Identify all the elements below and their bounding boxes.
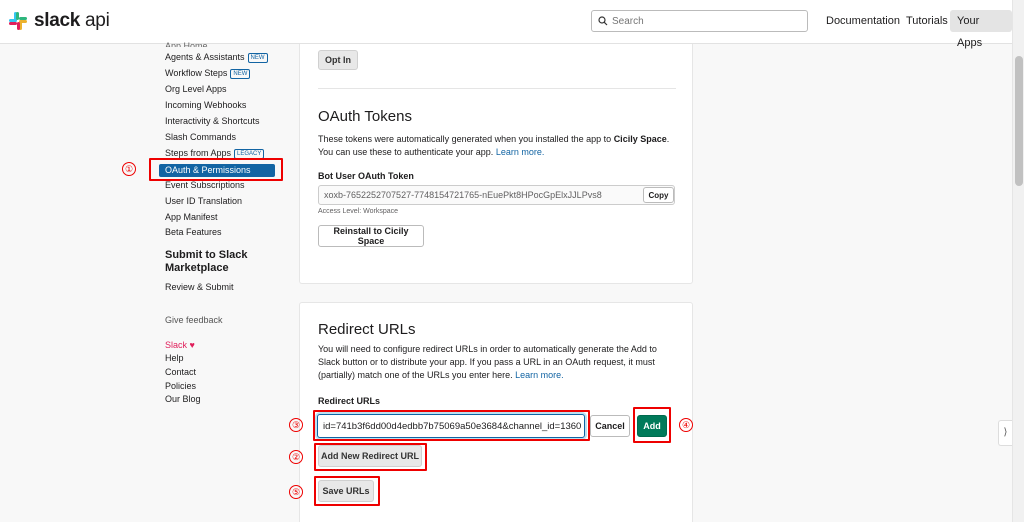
new-badge: NEW (247, 53, 268, 63)
sidebar-item-beta-features[interactable]: Beta Features (165, 227, 222, 237)
access-level-text: Access Level: Workspace (318, 208, 399, 215)
sidebar-item-review-submit[interactable]: Review & Submit (165, 282, 234, 292)
sidebar-item-org-level-apps[interactable]: Org Level Apps (165, 84, 227, 94)
annotation-number-4: ④ (679, 418, 693, 432)
redirect-urls-description: You will need to configure redirect URLs… (318, 344, 657, 380)
new-badge: NEW (230, 69, 251, 79)
footer-help-link[interactable]: Help (165, 353, 184, 363)
reinstall-button[interactable]: Reinstall to Cicily Space (318, 225, 424, 247)
redirect-url-input[interactable] (317, 414, 585, 438)
search-input[interactable] (612, 15, 792, 27)
opt-in-button[interactable]: Opt In (318, 50, 358, 70)
top-bar: slack api Documentation Tutorials Your A… (0, 0, 1012, 49)
side-panel-toggle-icon[interactable]: ⟩ (998, 420, 1012, 446)
search-box[interactable] (591, 10, 808, 32)
bot-token-field[interactable]: xoxb-7652252707527-7748154721765-nEuePkt… (318, 185, 675, 205)
card-divider (318, 88, 676, 89)
nav-tutorials[interactable]: Tutorials (899, 10, 955, 32)
slack-api-logo[interactable]: slack api (8, 10, 110, 32)
sidebar-section-heading: Submit to Slack Marketplace (165, 249, 248, 274)
learn-more-link[interactable]: Learn more. (515, 370, 564, 380)
redirect-urls-title: Redirect URLs (318, 321, 416, 338)
sidebar: App Home Agents & Assistants NEW Workflow… (0, 41, 295, 522)
sidebar-item-workflow-steps[interactable]: Workflow Steps NEW (165, 68, 251, 79)
sidebar-item-event-subscriptions[interactable]: Event Subscriptions (165, 180, 245, 190)
logo-text: slack api (34, 10, 110, 31)
footer-slack-link[interactable]: Slack ♥ (165, 340, 195, 350)
heart-icon: ♥ (189, 340, 195, 350)
add-new-redirect-url-button[interactable]: Add New Redirect URL (318, 445, 422, 467)
learn-more-link[interactable]: Learn more. (496, 147, 545, 157)
footer-blog-link[interactable]: Our Blog (165, 394, 201, 404)
annotation-number-3: ③ (289, 418, 303, 432)
slack-logo-icon (9, 12, 27, 30)
nav-documentation[interactable]: Documentation (819, 10, 907, 32)
search-icon (598, 16, 608, 26)
give-feedback-link[interactable]: Give feedback (165, 315, 223, 325)
sidebar-item-app-home[interactable]: App Home (165, 41, 208, 47)
add-button[interactable]: Add (637, 415, 667, 437)
sidebar-item-interactivity[interactable]: Interactivity & Shortcuts (165, 116, 260, 126)
sidebar-item-app-manifest[interactable]: App Manifest (165, 212, 218, 222)
bot-token-label: Bot User OAuth Token (318, 171, 414, 181)
oauth-tokens-title: OAuth Tokens (318, 108, 412, 125)
copy-button[interactable]: Copy (643, 187, 674, 203)
footer-contact-link[interactable]: Contact (165, 367, 196, 377)
sidebar-item-agents[interactable]: Agents & Assistants NEW (165, 52, 268, 63)
sidebar-item-incoming-webhooks[interactable]: Incoming Webhooks (165, 100, 246, 110)
sidebar-item-oauth-permissions[interactable]: OAuth & Permissions (159, 164, 275, 177)
sidebar-item-user-id-translation[interactable]: User ID Translation (165, 196, 242, 206)
page-scrollbar[interactable] (1012, 0, 1024, 522)
oauth-tokens-card: Opt In OAuth Tokens These tokens were au… (299, 44, 693, 284)
bot-token-value: xoxb-7652252707527-7748154721765-nEuePkt… (324, 190, 602, 200)
oauth-tokens-description: These tokens were automatically generate… (318, 134, 670, 157)
scrollbar-thumb[interactable] (1015, 56, 1023, 186)
nav-your-apps[interactable]: Your Apps (950, 10, 1012, 49)
save-urls-button[interactable]: Save URLs (318, 480, 374, 502)
sidebar-item-steps-from-apps[interactable]: Steps from Apps LEGACY (165, 148, 265, 159)
cancel-button[interactable]: Cancel (590, 415, 630, 437)
legacy-badge: LEGACY (234, 149, 265, 159)
annotation-number-2: ② (289, 450, 303, 464)
sidebar-item-slash-commands[interactable]: Slash Commands (165, 132, 236, 142)
footer-policies-link[interactable]: Policies (165, 381, 196, 391)
redirect-urls-label: Redirect URLs (318, 396, 381, 406)
annotation-number-5: ⑤ (289, 485, 303, 499)
annotation-number-1: ① (122, 162, 136, 176)
